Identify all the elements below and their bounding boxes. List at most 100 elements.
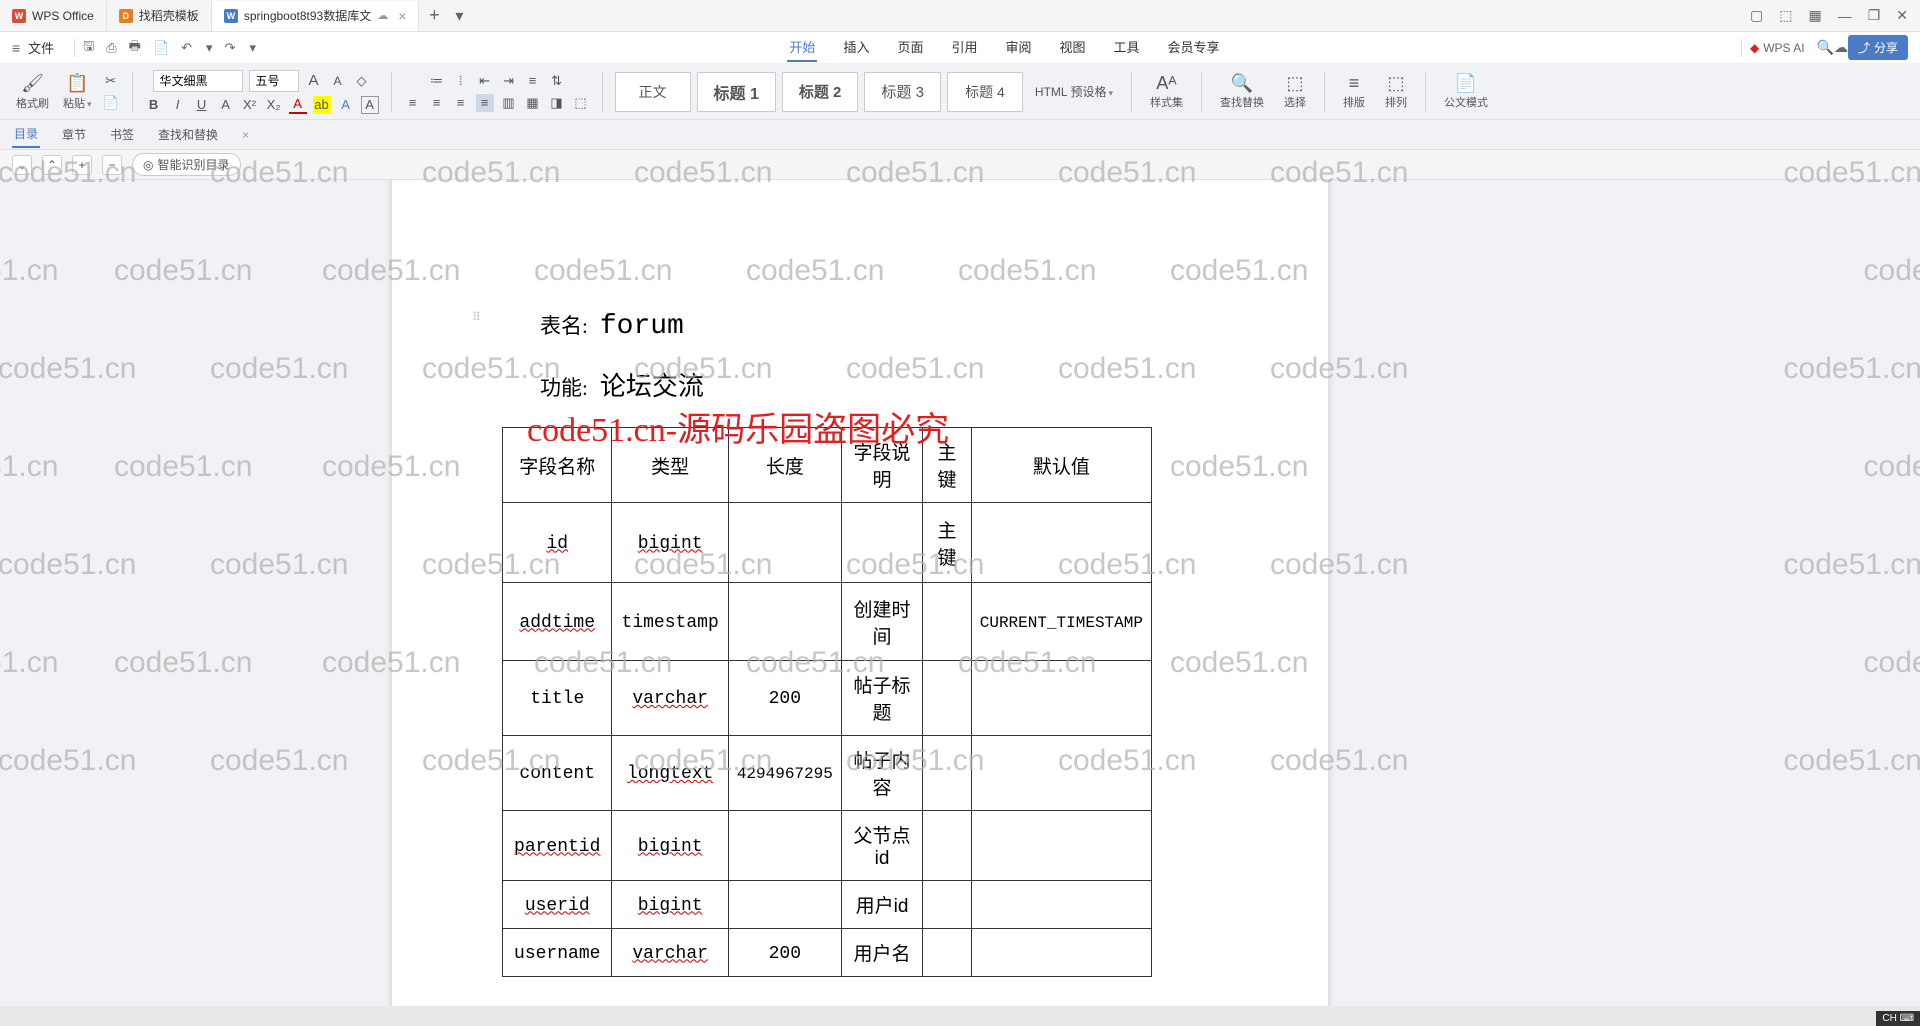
menu-cite[interactable]: 引用 — [949, 33, 979, 62]
print-icon[interactable]: 🖶 — [129, 37, 141, 59]
save-icon[interactable]: 🖫 — [83, 37, 94, 59]
table-row[interactable]: userid bigint 用户id — [503, 881, 1152, 929]
borders-icon[interactable]: ▦ — [524, 94, 542, 112]
document-page[interactable]: ⠿ 表名: forum 功能: 论坛交流 字段名称 类型 长度 字段说明 主键 … — [392, 180, 1328, 1006]
subscript-icon[interactable]: X₂ — [265, 96, 283, 114]
cloud-icon[interactable]: ☁ — [1834, 39, 1848, 56]
style-html[interactable]: HTML 预设格▾ — [1029, 83, 1119, 100]
search-icon[interactable]: 🔍 — [1817, 39, 1834, 56]
align-left-icon[interactable]: ≡ — [404, 94, 422, 112]
paragraph-shade-icon[interactable]: ⬚ — [572, 94, 590, 112]
db-schema-table[interactable]: 字段名称 类型 长度 字段说明 主键 默认值 id bigint 主键 — [502, 427, 1152, 977]
table-row[interactable]: title varchar 200 帖子标题 — [503, 661, 1152, 736]
menu-start[interactable]: 开始 — [787, 33, 817, 62]
paste-button[interactable]: 📋 粘贴▾ — [59, 71, 96, 113]
char-border-icon[interactable]: A — [361, 96, 379, 114]
drag-handle-icon[interactable]: ⠿ — [472, 310, 481, 324]
menu-tool[interactable]: 工具 — [1112, 33, 1142, 62]
dedent-icon[interactable]: ⇤ — [476, 72, 494, 90]
sort-button[interactable]: ⬚排列 — [1379, 71, 1413, 112]
undo-dropdown-icon[interactable]: ▾ — [206, 40, 213, 56]
table-row[interactable]: addtime timestamp 创建时间 CURRENT_TIMESTAMP — [503, 583, 1152, 661]
share-button[interactable]: ⤴ 分享 — [1848, 35, 1908, 60]
tab-wps-office[interactable]: W WPS Office — [0, 1, 107, 31]
tab-nav-close-icon[interactable]: × — [240, 124, 251, 146]
bold-icon[interactable]: B — [145, 96, 163, 114]
style-heading1[interactable]: 标题 1 — [697, 72, 776, 112]
move-up-button[interactable]: ⌃ — [42, 155, 62, 175]
table-row[interactable]: id bigint 主键 — [503, 503, 1152, 583]
redo-dropdown-icon[interactable]: ▾ — [249, 40, 256, 56]
strike-icon[interactable]: A — [217, 96, 235, 114]
cut-icon[interactable]: ✂ — [102, 72, 120, 90]
linespace-icon[interactable]: ≡ — [524, 72, 542, 90]
number-list-icon[interactable]: ⦙ — [452, 72, 470, 90]
table-row[interactable]: parentid bigint 父节点id — [503, 811, 1152, 881]
window-cube-icon[interactable]: ⬚ — [1779, 7, 1792, 24]
table-row[interactable]: username varchar 200 用户名 — [503, 929, 1152, 977]
tab-document[interactable]: W springboot8t93数据库文 ☁ × — [212, 1, 420, 31]
close-icon[interactable]: ✕ — [1896, 7, 1908, 24]
tab-toc[interactable]: 目录 — [12, 121, 40, 148]
style-heading4[interactable]: 标题 4 — [947, 72, 1023, 112]
document-area[interactable]: ⠿ 表名: forum 功能: 论坛交流 字段名称 类型 长度 字段说明 主键 … — [0, 180, 1920, 1006]
highlight-icon[interactable]: ab — [313, 96, 331, 114]
preview-icon[interactable]: 📄 — [153, 40, 169, 56]
tab-find-replace[interactable]: 查找和替换 — [156, 122, 220, 147]
table-row[interactable]: content longtext 4294967295 帖子内容 — [503, 736, 1152, 811]
align-right-icon[interactable]: ≡ — [452, 94, 470, 112]
columns-icon[interactable]: ▥ — [500, 94, 518, 112]
tab-chapter[interactable]: 章节 — [60, 122, 88, 147]
menu-page[interactable]: 页面 — [895, 33, 925, 62]
tab-template[interactable]: D 找稻壳模板 — [107, 1, 212, 31]
undo-icon[interactable]: ↶ — [181, 40, 192, 56]
sort-icon[interactable]: ⇅ — [548, 72, 566, 90]
window-box-icon[interactable]: ▢ — [1750, 7, 1763, 24]
official-mode-button[interactable]: 📄公文模式 — [1438, 71, 1494, 112]
indent-icon[interactable]: ⇥ — [500, 72, 518, 90]
tab-bookmark[interactable]: 书签 — [108, 122, 136, 147]
italic-icon[interactable]: I — [169, 96, 187, 114]
style-normal[interactable]: 正文 — [615, 72, 691, 112]
format-painter-button[interactable]: 🖌 格式刷 — [12, 71, 53, 113]
shading-fill-icon[interactable]: ◨ — [548, 94, 566, 112]
menu-insert[interactable]: 插入 — [841, 33, 871, 62]
select-button[interactable]: ⬚选择 — [1278, 71, 1312, 112]
align-justify-icon[interactable]: ≡ — [476, 94, 494, 112]
tab-list-dropdown[interactable]: ▾ — [449, 6, 469, 26]
tab-close-icon[interactable]: × — [398, 8, 406, 24]
underline-icon[interactable]: U — [193, 96, 211, 114]
align-center-icon[interactable]: ≡ — [428, 94, 446, 112]
shrink-font-icon[interactable]: A — [329, 72, 347, 90]
find-replace-button[interactable]: 🔍查找替换 — [1214, 71, 1270, 112]
clear-format-icon[interactable]: ◇ — [353, 72, 371, 90]
menu-member[interactable]: 会员专享 — [1166, 33, 1222, 62]
hamburger-icon[interactable]: ≡ — [12, 40, 20, 56]
font-size-select[interactable] — [249, 70, 299, 92]
style-sets-button[interactable]: Aᴬ样式集 — [1144, 71, 1189, 112]
copy-icon[interactable]: 📄 — [102, 94, 120, 112]
menu-view[interactable]: 视图 — [1058, 33, 1088, 62]
collapse-button[interactable]: − — [102, 155, 122, 175]
ime-indicator[interactable]: CH ⌨ — [1876, 1011, 1920, 1026]
style-heading2[interactable]: 标题 2 — [782, 72, 859, 112]
redo-icon[interactable]: ↷ — [225, 40, 236, 56]
style-heading3[interactable]: 标题 3 — [864, 72, 941, 112]
wps-ai-button[interactable]: ◆WPS AI — [1750, 41, 1805, 55]
menu-review[interactable]: 审阅 — [1003, 33, 1033, 62]
superscript-icon[interactable]: X² — [241, 96, 259, 114]
arrange-button[interactable]: ≡排版 — [1337, 71, 1371, 112]
shading-icon[interactable]: A — [337, 96, 355, 114]
grow-font-icon[interactable]: A — [305, 72, 323, 90]
font-select[interactable] — [153, 70, 243, 92]
minimize-icon[interactable]: — — [1838, 8, 1852, 24]
font-color-icon[interactable]: A — [289, 96, 307, 114]
bullet-list-icon[interactable]: ≔ — [428, 72, 446, 90]
smart-toc-button[interactable]: ◎ 智能识别目录 — [132, 153, 241, 176]
avatar-icon[interactable]: ▦ — [1808, 7, 1821, 24]
expand-button[interactable]: + — [72, 155, 92, 175]
collapse-down-button[interactable]: ⌄ — [12, 155, 32, 175]
save-as-icon[interactable]: ⎙ — [106, 40, 116, 56]
maximize-icon[interactable]: ❐ — [1868, 7, 1881, 24]
new-tab-button[interactable]: + — [419, 5, 449, 26]
